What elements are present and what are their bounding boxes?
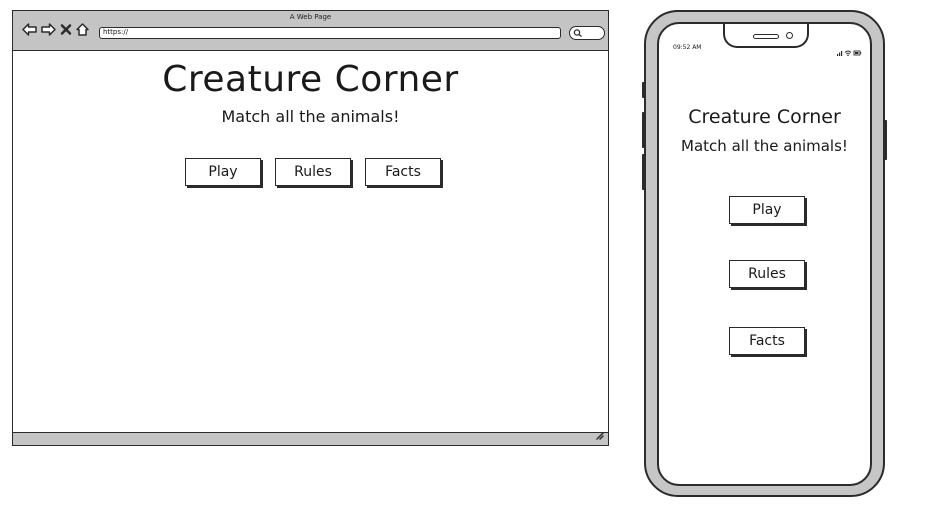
facts-button[interactable]: Facts xyxy=(365,158,441,186)
signal-icon xyxy=(837,51,843,56)
phone-volume-up-button xyxy=(642,112,645,148)
status-time: 09:52 AM xyxy=(673,44,702,51)
browser-status-bar xyxy=(13,432,608,445)
wifi-icon xyxy=(844,50,852,57)
back-arrow-icon[interactable] xyxy=(22,23,37,36)
status-icons xyxy=(837,42,863,61)
phone-screen: 09:52 AM Creature Corner Match all the a… xyxy=(657,22,872,486)
browser-search-field[interactable] xyxy=(569,26,605,40)
menu-buttons: Play Rules Facts xyxy=(185,158,441,186)
browser-toolbar: A Web Page https:// xyxy=(13,11,608,51)
phone-page-subtitle: Match all the animals! xyxy=(681,137,848,155)
phone-facts-button[interactable]: Facts xyxy=(729,327,805,355)
phone-frame: 09:52 AM Creature Corner Match all the a… xyxy=(642,10,887,497)
phone-page-title: Creature Corner xyxy=(688,106,841,128)
page-title: Creature Corner xyxy=(162,59,459,100)
speaker-icon xyxy=(753,34,779,39)
home-icon[interactable] xyxy=(76,23,89,36)
url-bar[interactable]: https:// xyxy=(99,27,561,39)
phone-notch xyxy=(723,24,809,48)
forward-arrow-icon[interactable] xyxy=(41,23,56,36)
window-title: A Web Page xyxy=(289,13,332,21)
phone-power-button xyxy=(884,120,887,160)
phone-volume-down-button xyxy=(642,154,645,190)
resize-grip-icon[interactable] xyxy=(595,425,605,444)
nav-controls xyxy=(22,23,89,36)
phone-rules-button[interactable]: Rules xyxy=(729,260,805,288)
rules-button[interactable]: Rules xyxy=(275,158,351,186)
phone-silent-switch xyxy=(642,82,645,98)
phone-play-button[interactable]: Play xyxy=(729,196,805,224)
battery-icon xyxy=(853,50,862,56)
browser-window: A Web Page https:// Creature Corner Matc… xyxy=(12,10,609,446)
camera-icon xyxy=(786,32,793,39)
close-icon[interactable] xyxy=(60,23,72,36)
play-button[interactable]: Play xyxy=(185,158,261,186)
page-subtitle: Match all the animals! xyxy=(221,107,400,126)
search-icon xyxy=(573,29,582,38)
